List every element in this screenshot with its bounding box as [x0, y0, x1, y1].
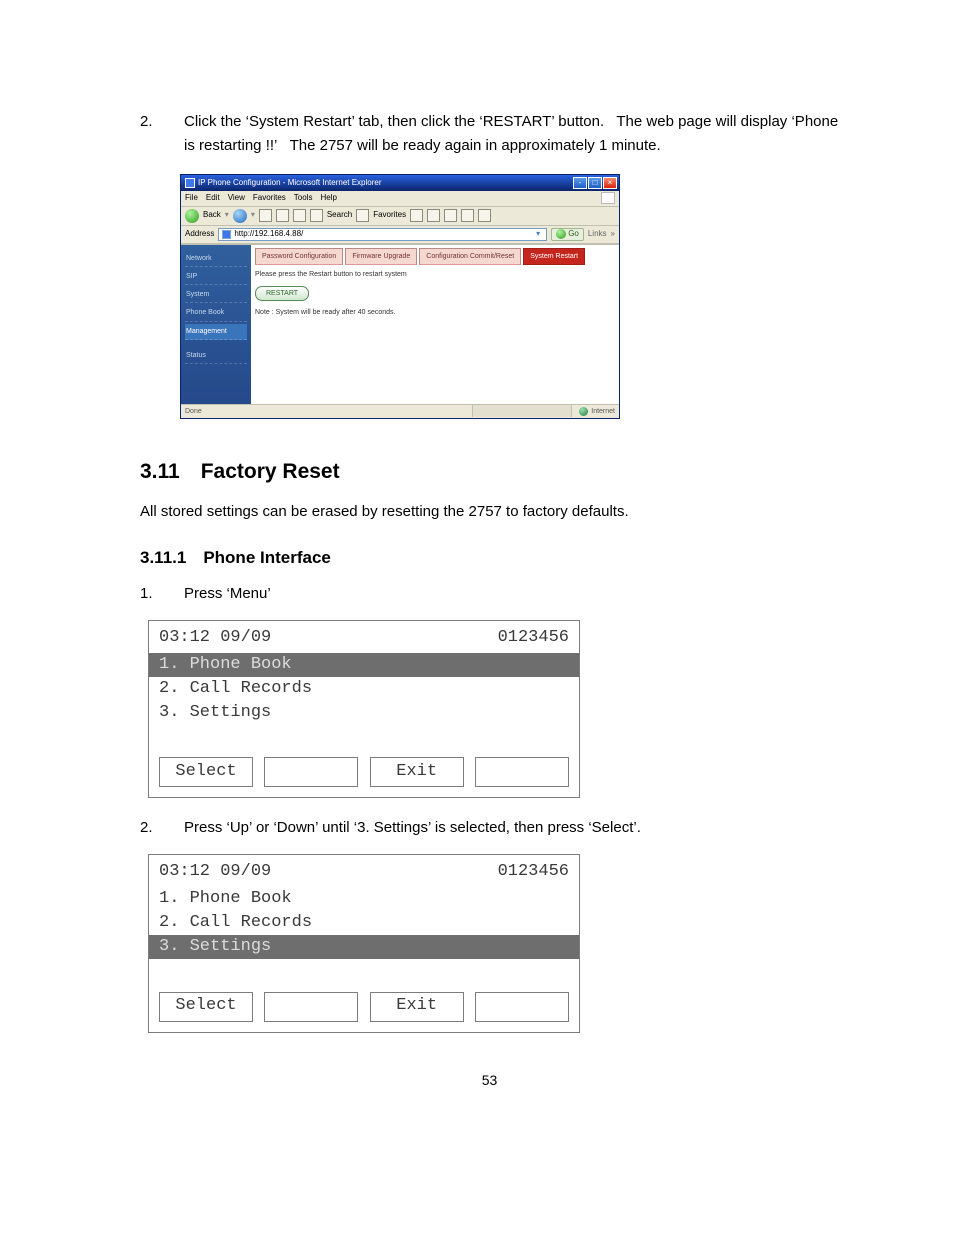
softkey-blank[interactable] — [264, 992, 358, 1022]
address-label: Address — [185, 228, 214, 241]
sidebar-item-network[interactable]: Network — [185, 251, 247, 267]
menu-bar: File Edit View Favorites Tools Help — [181, 191, 619, 207]
restart-note: Note : System will be ready after 40 sec… — [255, 307, 615, 318]
back-icon[interactable] — [185, 209, 199, 223]
address-dropdown-icon[interactable]: ▾ — [533, 228, 543, 241]
lcd-row-1-selected: 1. Phone Book — [149, 653, 579, 677]
lcd-account: 0123456 — [498, 627, 569, 649]
softkey-select[interactable]: Select — [159, 757, 253, 787]
softkey-exit[interactable]: Exit — [370, 992, 464, 1022]
favorites-label: Favorites — [373, 209, 406, 222]
softkey-exit[interactable]: Exit — [370, 757, 464, 787]
discuss-icon[interactable] — [478, 209, 491, 222]
menu-edit[interactable]: Edit — [206, 192, 220, 205]
sidebar-item-system[interactable]: System — [185, 287, 247, 303]
stop-icon[interactable] — [259, 209, 272, 222]
menu-file[interactable]: File — [185, 192, 198, 205]
lcd-row-2: 2. Call Records — [149, 911, 579, 935]
lcd-row-1: 1. Phone Book — [149, 887, 579, 911]
lcd-account: 0123456 — [498, 861, 569, 883]
address-bar: Address http://192.168.4.88/ ▾ Go Links … — [181, 226, 619, 244]
sidebar-item-sip[interactable]: SIP — [185, 269, 247, 285]
tab-commit-reset[interactable]: Configuration Commit/Reset — [419, 248, 521, 265]
menu-help[interactable]: Help — [320, 192, 336, 205]
go-icon — [556, 229, 566, 239]
restart-button[interactable]: RESTART — [255, 286, 309, 301]
step-number: 2. — [140, 816, 184, 840]
minimize-button[interactable]: - — [573, 177, 587, 189]
edit-icon[interactable] — [461, 209, 474, 222]
globe-icon — [579, 407, 588, 416]
lcd-time: 03:12 09/09 — [159, 627, 271, 649]
page-icon — [222, 230, 231, 239]
print-icon[interactable] — [444, 209, 457, 222]
window-title: IP Phone Configuration - Microsoft Inter… — [198, 177, 382, 190]
status-done: Done — [185, 406, 202, 417]
menu-favorites[interactable]: Favorites — [253, 192, 286, 205]
heading-factory-reset: 3.11 Factory Reset — [140, 455, 839, 489]
lcd-row-3-selected: 3. Settings — [149, 935, 579, 959]
phone-display-1: 03:12 09/09 0123456 1. Phone Book 2. Cal… — [148, 620, 580, 798]
links-label[interactable]: Links — [588, 228, 607, 241]
tab-system-restart[interactable]: System Restart — [523, 248, 585, 265]
config-sidebar: Network SIP System Phone Book Management… — [181, 245, 251, 404]
address-field[interactable]: http://192.168.4.88/ ▾ — [218, 228, 547, 241]
page-number: 53 — [140, 1069, 839, 1091]
lcd-row-3: 3. Settings — [149, 701, 579, 725]
softkey-blank[interactable] — [475, 992, 569, 1022]
go-label: Go — [568, 228, 579, 241]
softkey-select[interactable]: Select — [159, 992, 253, 1022]
step-number: 2. — [140, 110, 184, 158]
address-value: http://192.168.4.88/ — [234, 228, 303, 241]
status-zone: Internet — [591, 406, 615, 417]
search-icon[interactable] — [310, 209, 323, 222]
menu-view[interactable]: View — [228, 192, 245, 205]
lcd-row-2: 2. Call Records — [149, 677, 579, 701]
windows-flag-icon — [601, 192, 615, 204]
maximize-button[interactable]: □ — [588, 177, 602, 189]
browser-screenshot: IP Phone Configuration - Microsoft Inter… — [180, 174, 620, 419]
status-bar: Done Internet — [181, 404, 619, 418]
step-text: Press ‘Up’ or ‘Down’ until ‘3. Settings’… — [184, 816, 839, 840]
softkey-blank[interactable] — [264, 757, 358, 787]
mail-icon[interactable] — [427, 209, 440, 222]
refresh-icon[interactable] — [276, 209, 289, 222]
sidebar-item-phonebook[interactable]: Phone Book — [185, 305, 247, 321]
forward-icon[interactable] — [233, 209, 247, 223]
close-button[interactable]: × — [603, 177, 617, 189]
restart-instruction: Please press the Restart button to resta… — [255, 269, 615, 280]
heading-phone-interface: 3.11.1 Phone Interface — [140, 544, 839, 571]
tab-firmware[interactable]: Firmware Upgrade — [345, 248, 417, 265]
ie-icon — [185, 178, 195, 188]
config-content: Password Configuration Firmware Upgrade … — [251, 245, 619, 404]
instruction-step-1: 1. Press ‘Menu’ — [140, 582, 839, 606]
sidebar-item-status[interactable]: Status — [185, 348, 247, 364]
phone-display-2: 03:12 09/09 0123456 1. Phone Book 2. Cal… — [148, 854, 580, 1032]
step-number: 1. — [140, 582, 184, 606]
instruction-step-2: 2. Click the ‘System Restart’ tab, then … — [140, 110, 839, 158]
sidebar-item-management[interactable]: Management — [185, 324, 247, 340]
links-chevron-icon[interactable]: » — [611, 228, 615, 241]
window-titlebar: IP Phone Configuration - Microsoft Inter… — [181, 175, 619, 191]
go-button[interactable]: Go — [551, 228, 584, 241]
history-icon[interactable] — [410, 209, 423, 222]
instruction-step-2b: 2. Press ‘Up’ or ‘Down’ until ‘3. Settin… — [140, 816, 839, 840]
tab-password[interactable]: Password Configuration — [255, 248, 343, 265]
step-text: Click the ‘System Restart’ tab, then cli… — [184, 110, 839, 158]
search-label: Search — [327, 209, 352, 222]
lcd-time: 03:12 09/09 — [159, 861, 271, 883]
favorites-icon[interactable] — [356, 209, 369, 222]
step-text: Press ‘Menu’ — [184, 582, 839, 606]
home-icon[interactable] — [293, 209, 306, 222]
toolbar: Back ▾ ▾ Search Favorites — [181, 207, 619, 226]
back-label: Back — [203, 209, 221, 222]
softkey-blank[interactable] — [475, 757, 569, 787]
menu-tools[interactable]: Tools — [294, 192, 313, 205]
factory-reset-text: All stored settings can be erased by res… — [140, 500, 839, 524]
